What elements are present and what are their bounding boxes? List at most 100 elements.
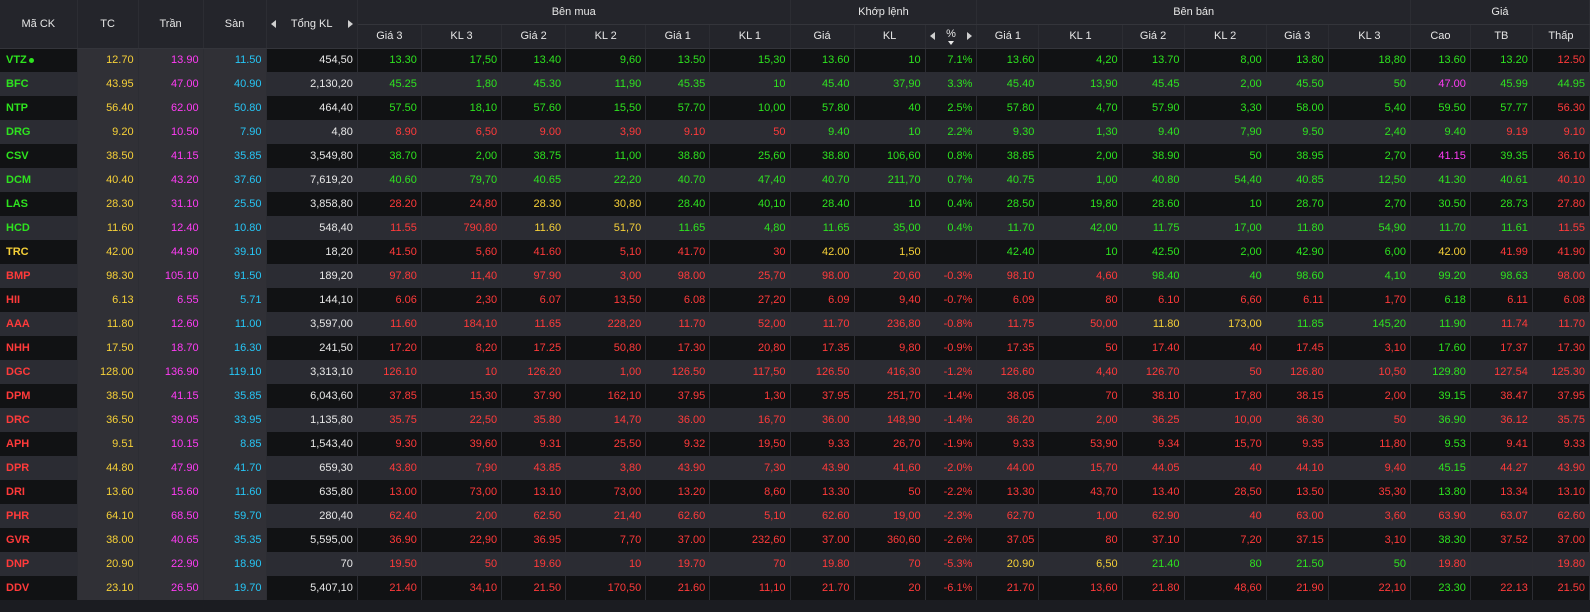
header-match-price[interactable]: Giá [790,24,855,49]
header-buy-vol-3[interactable]: KL 3 [421,24,503,49]
header-buy-vol-1[interactable]: KL 1 [709,24,791,49]
header-buy-price-1[interactable]: Giá 1 [645,24,711,49]
symbol-cell[interactable]: DRC [0,408,78,432]
header-ref[interactable]: TC [77,0,139,49]
symbol-cell[interactable]: PHR [0,504,78,528]
arrow-left-icon[interactable] [929,32,935,40]
sell-vol-3: 1,70 [1328,288,1411,312]
buy-price-1: 19.70 [645,552,711,576]
table-row[interactable]: VTZ 12.70 13.90 11.50 454,50 13.30 17,50 13.40 9… [0,48,1590,72]
symbol-cell[interactable]: APH [0,432,78,456]
symbol-cell[interactable]: VTZ [0,48,78,72]
symbol-cell[interactable]: BFC [0,72,78,96]
symbol-text: DCM [6,174,32,186]
table-row[interactable]: DGC 128.00 136.90 119.10 3,313,10 126.10 10 126… [0,360,1590,384]
header-floor[interactable]: Sàn [203,0,267,49]
symbol-cell[interactable]: DCM [0,168,78,192]
buy-vol-3: 39,60 [421,432,503,456]
symbol-cell[interactable]: GVR [0,528,78,552]
symbol-cell[interactable]: TRC [0,240,78,264]
sell-price-2: 38.10 [1122,384,1185,408]
sell-price-1: 36.20 [976,408,1040,432]
table-row[interactable]: HII 6.13 6.55 5.71 144,10 6.06 2,30 6.07 13,50 6.… [0,288,1590,312]
header-sell-vol-3[interactable]: KL 3 [1328,24,1411,49]
total-volume: 5,595,00 [266,528,358,552]
table-row[interactable]: DRI 13.60 15.60 11.60 635,80 13.00 73,00 13.10 7… [0,480,1590,504]
match-percent: -1.4% [925,408,978,432]
table-row[interactable]: DDV 23.10 26.50 19.70 5,407,10 21.40 34,10 21.5… [0,576,1590,600]
header-match-percent[interactable]: % [925,24,978,49]
symbol-cell[interactable]: DGC [0,360,78,384]
buy-vol-1: 70 [709,552,791,576]
ceil-price: 62.00 [138,96,204,120]
header-buy-price-3[interactable]: Giá 3 [357,24,422,49]
table-row[interactable]: BMP 98.30 105.10 91.50 189,20 97.80 11,40 97.90… [0,264,1590,288]
header-ceil[interactable]: Trần [138,0,204,49]
sell-price-3: 9.35 [1266,432,1329,456]
symbol-cell[interactable]: AAA [0,312,78,336]
arrow-left-icon[interactable] [270,19,276,28]
header-sell-price-3[interactable]: Giá 3 [1266,24,1329,49]
sell-price-3: 63.00 [1266,504,1329,528]
header-sell-vol-1[interactable]: KL 1 [1038,24,1123,49]
total-volume: 659,30 [266,456,358,480]
header-sell-price-2[interactable]: Giá 2 [1122,24,1185,49]
sell-vol-2: 2,00 [1184,240,1267,264]
match-price: 19.80 [790,552,855,576]
table-row[interactable]: NTP 56.40 62.00 50.80 464,40 57.50 18,10 57.60 1… [0,96,1590,120]
header-buy-price-2[interactable]: Giá 2 [501,24,567,49]
header-high[interactable]: Cao [1410,24,1471,49]
symbol-cell[interactable]: CSV [0,144,78,168]
table-row[interactable]: TRC 42.00 44.90 39.10 18,20 41.50 5,60 41.60 5,1… [0,240,1590,264]
buy-vol-1: 47,40 [709,168,791,192]
sort-down-icon[interactable] [947,40,954,45]
arrow-right-icon[interactable] [347,19,353,28]
header-symbol[interactable]: Mã CK [0,0,78,49]
table-row[interactable]: BFC 43.95 47.00 40.90 2,130,20 45.25 1,80 45.30… [0,72,1590,96]
symbol-cell[interactable]: NTP [0,96,78,120]
match-price: 62.60 [790,504,855,528]
table-row[interactable]: HCD 11.60 12.40 10.80 548,40 11.55 790,80 11.60… [0,216,1590,240]
symbol-cell[interactable]: HCD [0,216,78,240]
match-volume: 35,00 [854,216,926,240]
table-row[interactable]: AAA 11.80 12.60 11.00 3,597,00 11.60 184,10 11.… [0,312,1590,336]
symbol-cell[interactable]: DPM [0,384,78,408]
table-row[interactable]: DPM 38.50 41.15 35.85 6,043,60 37.85 15,30 37.9… [0,384,1590,408]
header-buy-vol-2[interactable]: KL 2 [565,24,647,49]
header-average[interactable]: TB [1470,24,1533,49]
table-row[interactable]: DRG 9.20 10.50 7.90 4,80 8.90 6,50 9.00 3,90 9.10… [0,120,1590,144]
table-row[interactable]: GVR 38.00 40.65 35.35 5,595,00 36.90 22,90 36.9… [0,528,1590,552]
buy-price-2: 37.90 [501,384,567,408]
sell-vol-3: 3,10 [1328,336,1411,360]
symbol-cell[interactable]: DDV [0,576,78,600]
ref-price: 28.30 [77,192,139,216]
symbol-cell[interactable]: BMP [0,264,78,288]
buy-vol-1: 7,30 [709,456,791,480]
high: 45.15 [1410,456,1471,480]
symbol-cell[interactable]: NHH [0,336,78,360]
table-row[interactable]: APH 9.51 10.15 8.85 1,543,40 9.30 39,60 9.31 25,… [0,432,1590,456]
table-row[interactable]: DRC 36.50 39.05 33.95 1,135,80 35.75 22,50 35.8… [0,408,1590,432]
sell-price-2: 62.90 [1122,504,1185,528]
table-row[interactable]: CSV 38.50 41.15 35.85 3,549,80 38.70 2,00 38.75… [0,144,1590,168]
header-total-volume[interactable]: Tổng KL [266,0,358,49]
header-sell-price-1[interactable]: Giá 1 [976,24,1040,49]
table-row[interactable]: DPR 44.80 47.90 41.70 659,30 43.80 7,90 43.85 3,… [0,456,1590,480]
symbol-cell[interactable]: DNP [0,552,78,576]
arrow-right-icon[interactable] [967,32,973,40]
symbol-text: DGC [6,366,31,378]
table-row[interactable]: NHH 17.50 18.70 16.30 241,50 17.20 8,20 17.25 50… [0,336,1590,360]
table-row[interactable]: LAS 28.30 31.10 25.50 3,858,80 28.20 24,80 28.3… [0,192,1590,216]
symbol-cell[interactable]: DPR [0,456,78,480]
header-match-volume[interactable]: KL [854,24,926,49]
table-row[interactable]: DCM 40.40 43.20 37.60 7,619,20 40.60 79,70 40.6… [0,168,1590,192]
table-row[interactable]: DNP 20.90 22.90 18.90 70 19.50 50 19.60 10 19.70 7… [0,552,1590,576]
symbol-cell[interactable]: HII [0,288,78,312]
header-sell-vol-2[interactable]: KL 2 [1184,24,1267,49]
header-low[interactable]: Thấp [1532,24,1590,49]
symbol-cell[interactable]: DRG [0,120,78,144]
buy-vol-3: 8,20 [421,336,503,360]
symbol-cell[interactable]: LAS [0,192,78,216]
symbol-cell[interactable]: DRI [0,480,78,504]
table-row[interactable]: PHR 64.10 68.50 59.70 280,40 62.40 2,00 62.50 21… [0,504,1590,528]
